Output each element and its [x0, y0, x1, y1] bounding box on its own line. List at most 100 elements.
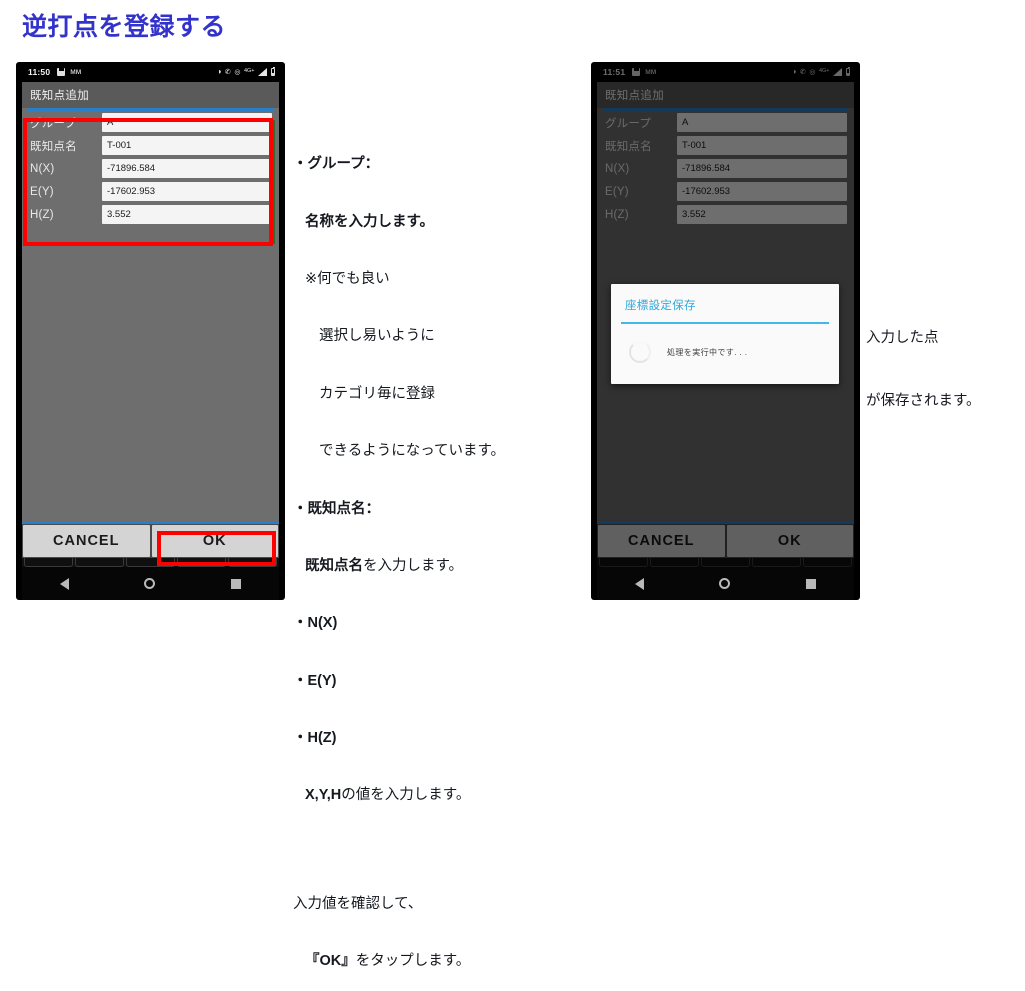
status-time: 11:51	[603, 67, 626, 77]
annotation-emphasis: X,Y,H	[305, 787, 342, 804]
field-label-group: グループ	[30, 117, 77, 130]
field-row-nx: N(X) -71896.584	[22, 157, 279, 180]
key-hint-cell	[599, 558, 648, 567]
annotation-line-mixed: 既知点名を入力します。	[293, 557, 505, 576]
field-input-nx[interactable]: -71896.584	[102, 159, 272, 178]
cancel-button[interactable]: CANCEL	[23, 525, 150, 557]
field-input-hz: 3.552	[677, 205, 847, 224]
annotation-line: 選択し易いように	[319, 328, 435, 345]
annotation-line: 名称を入力します。	[305, 213, 435, 230]
field-label-point-name: 既知点名	[30, 140, 77, 153]
key-hint-cell	[126, 558, 175, 567]
annotation-line: ・H(Z)	[293, 730, 337, 746]
field-input-ey: -17602.953	[677, 182, 847, 201]
phone1-nav-bar	[22, 567, 279, 600]
status-time: 11:50	[28, 67, 51, 77]
dialog-title: 座標設定保存	[625, 300, 696, 312]
ok-button: OK	[726, 525, 853, 557]
annotation-line: ・E(Y)	[293, 672, 337, 689]
field-label-ey: E(Y)	[605, 185, 629, 198]
field-input-group[interactable]: A	[102, 113, 272, 132]
annotation-line: が保存されます。	[866, 393, 981, 410]
phone1-app-bar: 既知点追加	[22, 82, 279, 108]
network-4g-plus-icon: 4G+	[818, 68, 830, 75]
phone1-bottom-bar: CANCEL OK	[22, 524, 279, 558]
field-row-nx: N(X) -71896.584	[597, 157, 854, 180]
annotation-line: 入力した点	[866, 330, 939, 347]
annotation-rest: の値を入力します。	[341, 787, 471, 804]
signal-icon	[258, 68, 267, 76]
back-icon[interactable]	[59, 577, 69, 590]
m-logo-icon: ᴍᴍ	[70, 67, 82, 76]
status-left-icons: ᴍᴍ	[632, 68, 656, 76]
field-row-ey: E(Y) -17602.953	[597, 180, 854, 203]
recents-icon[interactable]	[806, 578, 817, 589]
phone2-bottom-bar: CANCEL OK	[597, 524, 854, 558]
annotation-spacer	[293, 844, 505, 857]
field-input-ey[interactable]: -17602.953	[102, 182, 272, 201]
annotation-emphasis: 『OK』	[305, 953, 356, 970]
key-hint-cell	[701, 558, 750, 567]
recents-icon[interactable]	[231, 578, 242, 589]
field-row-hz: H(Z) 3.552	[597, 203, 854, 226]
field-label-ey: E(Y)	[30, 185, 54, 198]
save-icon	[632, 68, 641, 76]
field-input-hz[interactable]: 3.552	[102, 205, 272, 224]
field-row-group: グループ A	[597, 111, 854, 134]
annotation-line: ・既知点名：	[293, 500, 380, 517]
phone2-form: グループ A 既知点名 T-001 N(X) -71896.584 E(Y) -…	[597, 108, 854, 232]
loading-spinner-icon	[629, 341, 651, 363]
phone1-form: グループ A 既知点名 T-001 N(X) -71896.584 E(Y) -…	[22, 108, 279, 232]
phone-screenshot-right: 11:51 ᴍᴍ ◑ ✆ ◎ 4G+ 既知点追加 グループ A 既知点名 T-0…	[591, 62, 860, 600]
annotation-instructions: ・グループ： 名称を入力します。 ※何でも良い 選択し易いように カテゴリ毎に登…	[293, 117, 505, 991]
phone2-app-bar: 既知点追加	[597, 82, 854, 108]
key-hint-cell	[177, 558, 226, 567]
phone2-nav-bar	[597, 567, 854, 600]
phone2-screen: 11:51 ᴍᴍ ◑ ✆ ◎ 4G+ 既知点追加 グループ A 既知点名 T-0…	[597, 62, 854, 567]
status-left-icons: ᴍᴍ	[57, 68, 81, 76]
field-input-point-name[interactable]: T-001	[102, 136, 272, 155]
progress-dialog: 座標設定保存 処理を実行中です. . .	[611, 284, 839, 384]
annotation-line: ・グループ：	[293, 156, 380, 173]
field-input-group: A	[677, 113, 847, 132]
key-hint-cell	[24, 558, 73, 567]
field-label-point-name: 既知点名	[605, 140, 652, 153]
field-label-nx: N(X)	[30, 162, 55, 175]
ok-button[interactable]: OK	[151, 525, 278, 557]
field-row-point-name: 既知点名 T-001	[597, 134, 854, 157]
dialog-body: 処理を実行中です. . .	[611, 324, 839, 384]
annotation-emphasis: 既知点名	[305, 557, 363, 574]
page-title: 逆打点を登録する	[22, 13, 227, 41]
key-hint-cell	[650, 558, 699, 567]
form-edge-marker	[271, 120, 275, 244]
keyboard-hint-strip	[22, 558, 279, 567]
annotation-line: ・N(X)	[293, 615, 338, 632]
annotation-line-mixed: 『OK』をタップします。	[293, 952, 505, 971]
key-hint-cell	[803, 558, 852, 567]
annotation-line: できるようになっています。	[319, 443, 506, 460]
phone-screenshot-left: 11:50 ᴍᴍ ◑ ✆ ◎ 4G+ 既知点追加 グループ A 既知点名 T-0…	[16, 62, 285, 600]
annotation-saved-note: 入力した点 が保存されます。	[866, 286, 981, 433]
field-row-hz: H(Z) 3.552	[22, 203, 279, 226]
annotation-rest: を入力します。	[363, 557, 464, 574]
battery-icon	[845, 66, 850, 77]
status-right-icons: ◑ ✆ ◎ 4G+	[792, 66, 850, 77]
phone1-form-empty-space	[22, 232, 279, 521]
back-icon[interactable]	[634, 577, 644, 590]
field-label-nx: N(X)	[605, 162, 630, 175]
field-label-hz: H(Z)	[30, 208, 54, 221]
alarm-icon: ◎	[234, 68, 241, 76]
phone1-content: 既知点追加 グループ A 既知点名 T-001 N(X) -71896.584	[22, 82, 279, 567]
home-icon[interactable]	[719, 578, 731, 589]
key-hint-cell	[228, 558, 277, 567]
annotation-line: ※何でも良い	[305, 271, 390, 287]
field-label-group: グループ	[605, 117, 652, 130]
field-input-nx: -71896.584	[677, 159, 847, 178]
annotation-line: 入力値を確認して、	[293, 896, 423, 912]
network-4g-plus-icon: 4G+	[243, 68, 255, 75]
phone-icon: ✆	[224, 68, 231, 76]
home-icon[interactable]	[144, 578, 156, 589]
app-bar-title: 既知点追加	[30, 90, 89, 102]
m-logo-icon: ᴍᴍ	[645, 67, 657, 76]
status-right-icons: ◑ ✆ ◎ 4G+	[217, 66, 275, 77]
